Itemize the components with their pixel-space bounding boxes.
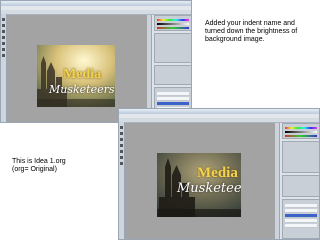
color-panel[interactable] [154,15,191,31]
adjustments-panel[interactable] [154,33,191,63]
color-ramp[interactable] [157,19,189,21]
bottom-annotation-line-1: This is Idea 1.org [12,158,66,165]
layer-row[interactable] [285,204,317,208]
photoshop-window-original: Media Musketeers [0,0,192,123]
top-annotation: Added your indent name and turned down t… [205,20,317,44]
marquee-tool-icon[interactable] [2,24,5,27]
photoshop-window-edited: Media Musketeers [118,108,320,240]
image-subtitle-text: Musketeers [177,181,241,196]
right-panels[interactable] [279,123,319,239]
color-ramp-2[interactable] [285,135,317,137]
layer-row[interactable] [285,219,317,223]
masks-panel[interactable] [282,175,319,197]
type-tool-icon[interactable] [120,162,123,165]
layer-row[interactable] [157,92,189,96]
top-annotation-line-1: Added your indent name and [205,20,295,27]
bottom-annotation: This is Idea 1.org (org= Original) [12,158,112,174]
crop-tool-icon[interactable] [2,36,5,39]
brush-tool-icon[interactable] [120,150,123,153]
layer-row[interactable] [285,224,317,228]
layers-panel[interactable] [282,199,319,239]
gray-ramp[interactable] [157,23,189,25]
image-subtitle-text: Musketeers [49,83,115,96]
layer-row[interactable] [157,97,189,101]
color-panel[interactable] [282,123,319,139]
type-tool-icon[interactable] [2,54,5,57]
document-canvas-area[interactable]: Media Musketeers [125,123,275,239]
document-image[interactable]: Media Musketeers [157,153,241,217]
crop-tool-icon[interactable] [120,144,123,147]
marquee-tool-icon[interactable] [120,132,123,135]
image-title-text: Media [63,67,102,82]
lasso-tool-icon[interactable] [2,30,5,33]
bottom-annotation-line-2: (org= Original) [12,166,57,173]
top-annotation-line-3: background image. [205,36,265,43]
color-ramp-2[interactable] [157,27,189,29]
lasso-tool-icon[interactable] [120,138,123,141]
layer-row[interactable] [285,209,317,213]
masks-panel[interactable] [154,65,191,85]
color-ramp[interactable] [285,127,317,129]
move-tool-icon[interactable] [120,126,123,129]
eraser-tool-icon[interactable] [120,156,123,159]
document-image[interactable]: Media Musketeers [37,45,115,107]
right-panels[interactable] [151,15,191,122]
move-tool-icon[interactable] [2,18,5,21]
top-annotation-line-2: turned down the brightness of [205,28,298,35]
brush-tool-icon[interactable] [2,42,5,45]
gray-ramp[interactable] [285,131,317,133]
adjustments-panel[interactable] [282,141,319,173]
layer-row-selected[interactable] [157,102,189,106]
eraser-tool-icon[interactable] [2,48,5,51]
layer-row-selected[interactable] [285,214,317,218]
document-canvas-area[interactable]: Media Musketeers [7,15,147,122]
image-title-text: Media [197,165,238,181]
